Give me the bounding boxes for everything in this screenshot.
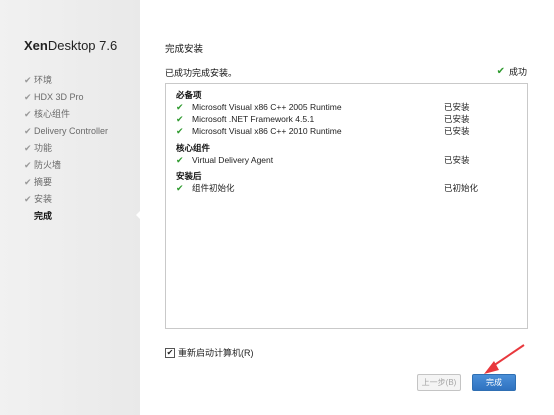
list-item: ✔ 组件初始化 已初始化 bbox=[176, 183, 479, 193]
check-icon: ✔ bbox=[176, 183, 184, 193]
check-icon: ✔ bbox=[24, 126, 32, 136]
check-icon: ✔ bbox=[176, 102, 184, 112]
back-button[interactable]: 上一步(B) bbox=[417, 374, 461, 391]
install-results-panel: 必备项 ✔ Microsoft Visual x86 C++ 2005 Runti… bbox=[165, 83, 528, 329]
check-icon: ✔ bbox=[24, 143, 32, 153]
check-icon: ✔ bbox=[24, 160, 32, 170]
group-prerequisites: 必备项 ✔ Microsoft Visual x86 C++ 2005 Runti… bbox=[176, 89, 516, 137]
list-item: ✔ Microsoft .NET Framework 4.5.1 已安装 bbox=[176, 114, 470, 124]
step-finish: 完成 bbox=[34, 211, 53, 221]
wizard-sidebar: XenDesktop 7.6 ✔ 环境 ✔ HDX 3D Pro ✔ 核心组件 ✔ De… bbox=[0, 0, 140, 415]
step-environment: ✔ 环境 bbox=[24, 72, 108, 89]
step-install: ✔ 安装 bbox=[24, 191, 108, 208]
step-hdx-3d-pro: ✔ HDX 3D Pro bbox=[24, 89, 108, 106]
check-icon: ✔ bbox=[24, 177, 32, 187]
step-summary: ✔ 摘要 bbox=[24, 174, 108, 191]
step-firewall: ✔ 防火墙 bbox=[24, 157, 108, 174]
list-item: ✔ Microsoft Visual x86 C++ 2005 Runtime 已安… bbox=[176, 102, 470, 112]
check-icon: ✔ bbox=[24, 194, 32, 204]
checkbox-checked-icon[interactable]: ✔ bbox=[165, 347, 175, 358]
list-item: ✔ Microsoft Visual x86 C++ 2010 Runtime 已安… bbox=[176, 126, 470, 136]
product-logo: XenDesktop 7.6 bbox=[24, 38, 118, 53]
group-core-components: 核心组件 ✔ Virtual Delivery Agent 已安装 bbox=[176, 142, 516, 166]
check-icon: ✔ bbox=[24, 92, 32, 102]
finish-button[interactable]: 完成 bbox=[472, 374, 516, 391]
list-item: ✔ Virtual Delivery Agent 已安装 bbox=[176, 155, 470, 165]
group-post-install: 安装后 ✔ 组件初始化 已初始化 bbox=[176, 170, 516, 194]
page-title: 完成安装 bbox=[165, 44, 204, 55]
check-icon: ✔ bbox=[176, 126, 184, 136]
completion-message: 已成功完成安装。 bbox=[165, 68, 238, 78]
check-icon: ✔ bbox=[24, 75, 32, 85]
check-icon: ✔ bbox=[176, 155, 184, 165]
restart-computer-checkbox[interactable]: ✔ 重新启动计算机(R) bbox=[165, 346, 254, 359]
check-icon: ✔ bbox=[496, 66, 505, 77]
step-features: ✔ 功能 bbox=[24, 140, 108, 157]
wizard-steps: ✔ 环境 ✔ HDX 3D Pro ✔ 核心组件 ✔ Delivery Controll… bbox=[24, 72, 108, 225]
step-delivery-controller: ✔ Delivery Controller bbox=[24, 123, 108, 140]
check-icon: ✔ bbox=[176, 114, 184, 124]
step-core-components: ✔ 核心组件 bbox=[24, 106, 108, 123]
check-icon: ✔ bbox=[24, 109, 32, 119]
wizard-main: 完成安装 已成功完成安装。 ✔ 成功 必备项 ✔ Microsoft Visual… bbox=[140, 0, 554, 415]
status-badge: ✔ 成功 bbox=[496, 66, 527, 77]
